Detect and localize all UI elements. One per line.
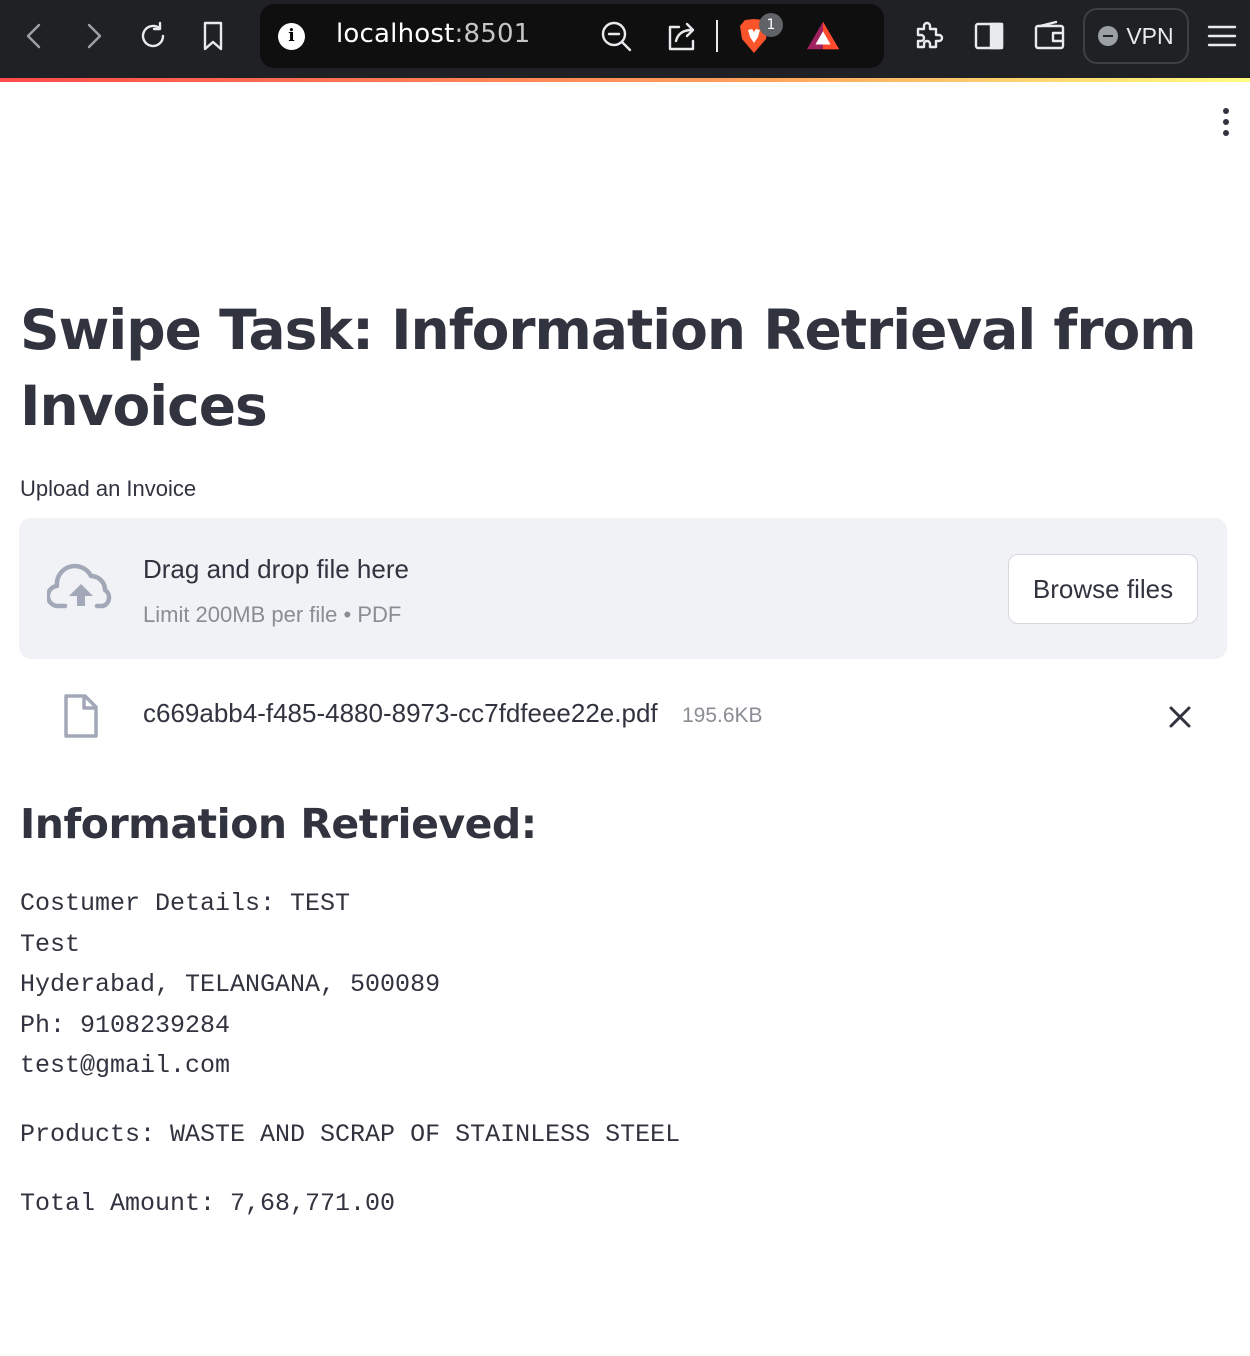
customer-details-line: Costumer Details: TEST <box>20 889 351 918</box>
browser-toolbar: i localhost:8501 1 VPN <box>0 0 1250 78</box>
customer-details-line: Hyderabad, TELANGANA, 500089 <box>20 970 441 999</box>
vpn-status-icon <box>1098 26 1119 46</box>
app-menu-button[interactable] <box>1212 104 1240 140</box>
dot-icon <box>1223 119 1229 125</box>
file-dropzone[interactable]: Drag and drop file here Limit 200MB per … <box>19 518 1227 659</box>
zoom-out-icon <box>601 21 632 52</box>
rewards-triangle-icon <box>806 21 840 50</box>
share-button[interactable] <box>664 18 700 54</box>
url-separator <box>716 20 718 52</box>
vpn-button[interactable]: VPN <box>1083 8 1189 64</box>
total-amount-line: Total Amount: 7,68,771.00 <box>20 1189 396 1218</box>
close-icon <box>1169 706 1191 728</box>
url-host: localhost <box>336 19 455 49</box>
uploader-label: Upload an Invoice <box>20 476 197 501</box>
page-title: Swipe Task: Information Retrieval from I… <box>20 298 1197 438</box>
zoom-button[interactable] <box>598 18 634 54</box>
uploaded-file-size: 195.6KB <box>682 704 763 727</box>
puzzle-icon <box>916 21 944 49</box>
vpn-label: VPN <box>1126 22 1174 49</box>
file-icon <box>64 694 98 738</box>
reload-icon <box>141 21 165 48</box>
sidebar-icon <box>974 22 1004 50</box>
address-bar[interactable]: i localhost:8501 1 <box>260 4 884 68</box>
uploaded-file-row: c669abb4-f485-4880-8973-cc7fdfeee22e.pdf… <box>19 680 1227 752</box>
dot-icon <box>1223 130 1229 136</box>
wallet-icon <box>1034 20 1065 50</box>
dropzone-limit: Limit 200MB per file • PDF <box>143 602 402 627</box>
hamburger-icon <box>1207 25 1237 47</box>
brave-rewards-button[interactable] <box>805 18 841 54</box>
back-icon <box>26 23 41 49</box>
url-text[interactable]: localhost:8501 <box>336 19 530 49</box>
customer-details-line: Test <box>20 929 81 959</box>
bookmark-icon <box>203 21 223 51</box>
url-port: :8501 <box>454 19 531 49</box>
shields-count-badge: 1 <box>759 13 783 37</box>
forward-button[interactable] <box>74 14 114 58</box>
reload-button[interactable] <box>133 14 173 58</box>
wallet-button[interactable] <box>1029 16 1069 56</box>
extensions-button[interactable] <box>909 16 949 56</box>
products-line: Products: WASTE AND SCRAP OF STAINLESS S… <box>20 1120 681 1149</box>
app-decoration-bar <box>0 78 1250 82</box>
dropzone-instructions: Drag and drop file here <box>143 554 409 584</box>
customer-details-line: test@gmail.com <box>20 1051 231 1080</box>
results-heading: Information Retrieved: <box>20 800 537 848</box>
remove-file-button[interactable] <box>1163 700 1197 734</box>
cloud-upload-icon <box>47 563 112 609</box>
customer-details-line: Ph: 9108239284 <box>20 1010 231 1040</box>
share-icon <box>668 22 695 51</box>
dot-icon <box>1223 108 1229 114</box>
browse-files-button[interactable]: Browse files <box>1008 554 1198 624</box>
back-button[interactable] <box>14 14 54 58</box>
forward-icon <box>87 23 102 49</box>
bookmark-button[interactable] <box>193 14 233 58</box>
browser-menu-button[interactable] <box>1202 16 1242 56</box>
sidebar-button[interactable] <box>969 16 1009 56</box>
site-info-icon[interactable]: i <box>278 23 305 50</box>
uploaded-file-name: c669abb4-f485-4880-8973-cc7fdfeee22e.pdf <box>143 698 658 728</box>
